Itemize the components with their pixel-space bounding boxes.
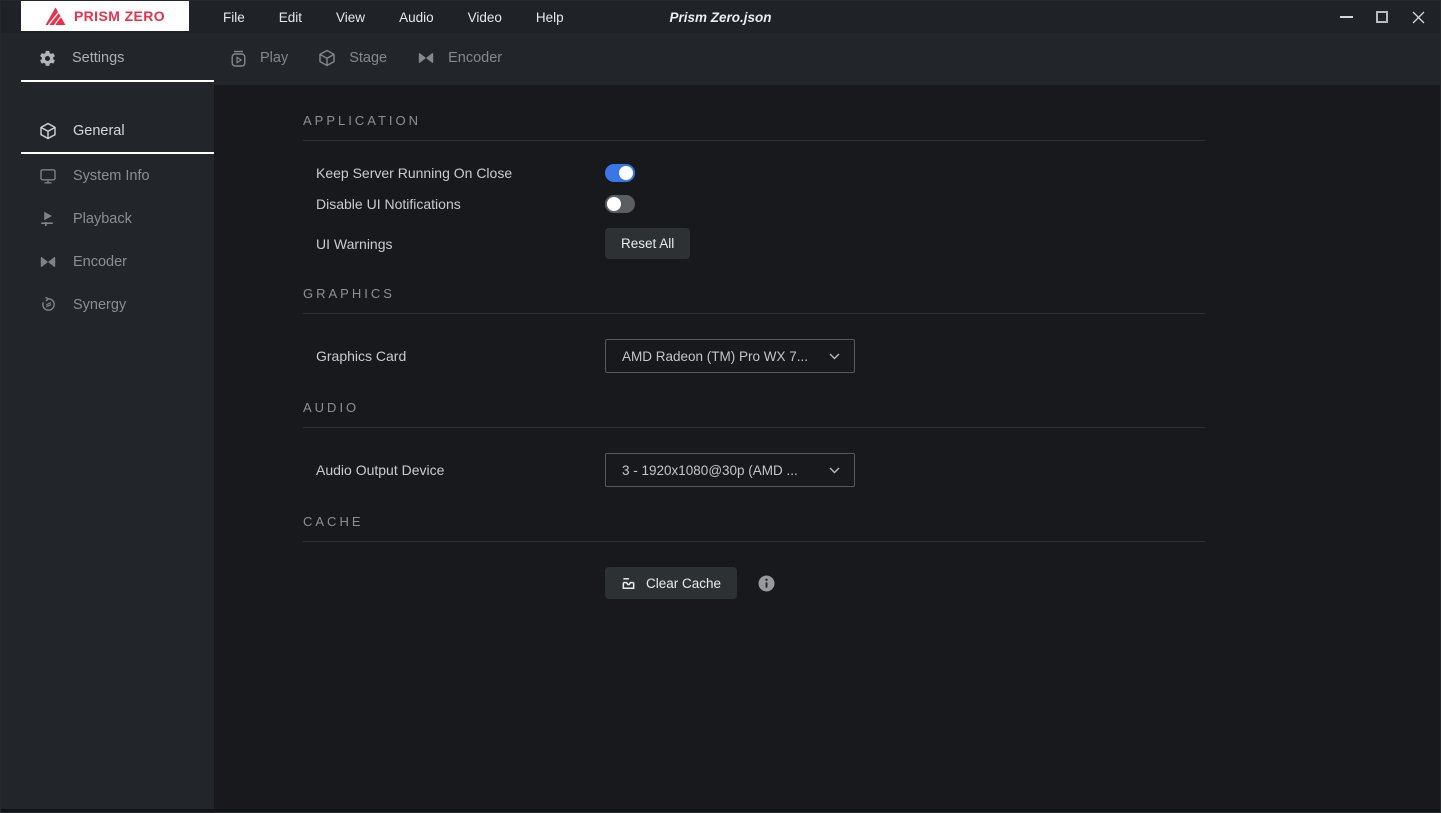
sidebar-item-label: System Info [73,167,150,184]
menu-help[interactable]: Help [519,1,581,33]
settings-content: APPLICATION Keep Server Running On Close… [214,85,1440,809]
section-title-application: APPLICATION [303,113,422,128]
tab-play-label: Play [260,50,289,66]
app-logo: PRISM ZERO [21,1,189,31]
minimize-icon [1339,16,1353,18]
tab-bar: Settings Play Stage Encoder [1,33,1440,85]
clear-cache-label: Clear Cache [646,575,722,591]
setting-label: Keep Server Running On Close [316,165,513,181]
monitor-icon [39,167,57,185]
info-icon [758,575,775,591]
menu-audio[interactable]: Audio [382,1,451,33]
play-icon [231,50,246,67]
app-window: File Edit View Audio Video Help Prism Ze… [0,0,1441,813]
prism-triangle-icon [45,7,66,25]
menu-view[interactable]: View [319,1,382,33]
clear-cache-icon [622,577,635,589]
menu-bar: File Edit View Audio Video Help Prism Ze… [1,1,1440,33]
sidebar-item-playback[interactable]: Playback [1,197,214,240]
dropdown-value: AMD Radeon (TM) Pro WX 7... [622,348,809,364]
keep-server-running-toggle[interactable] [605,164,635,182]
dropdown-value: 3 - 1920x1080@30p (AMD ... [622,462,798,478]
section-divider [303,427,1205,428]
setting-label: UI Warnings [316,235,393,252]
sidebar-item-label: Synergy [73,296,127,313]
sidebar-item-synergy[interactable]: Synergy [1,283,214,326]
app-logo-text: PRISM ZERO [73,8,166,24]
toggle-knob [619,166,633,180]
menu-file[interactable]: File [206,1,262,33]
setting-row-clear-cache: Clear Cache [316,567,1440,599]
minimize-button[interactable] [1328,1,1364,33]
synergy-swirl-icon [39,296,57,313]
reset-all-button[interactable]: Reset All [605,228,691,259]
maximize-icon [1376,11,1388,23]
cube-icon [319,49,335,67]
setting-row-ui-warnings: UI Warnings Reset All [316,228,1440,259]
disable-ui-notifications-toggle[interactable] [605,195,635,213]
setting-label: Graphics Card [316,348,407,364]
playback-icon [39,210,57,228]
document-title: Prism Zero.json [669,9,772,25]
tab-settings[interactable]: Settings [39,33,124,83]
tab-settings-label: Settings [72,50,125,66]
sidebar-item-general[interactable]: General [1,109,214,152]
close-button[interactable] [1400,1,1436,33]
menu-video[interactable]: Video [451,1,519,33]
section-title-audio: AUDIO [303,400,360,415]
main-menu: File Edit View Audio Video Help [206,1,581,33]
tab-stage-label: Stage [349,50,388,66]
sidebar-item-encoder[interactable]: Encoder [1,240,214,283]
setting-row-audio-output-device: Audio Output Device 3 - 1920x1080@30p (A… [316,453,1440,487]
maximize-button[interactable] [1364,1,1400,33]
close-icon [1412,11,1424,23]
window-controls [1328,1,1436,33]
chevron-down-icon [829,353,840,359]
setting-label: Disable UI Notifications [316,196,461,212]
tab-stage[interactable]: Stage [318,49,387,67]
encoder-bowtie-icon [418,53,434,63]
sidebar-item-label: General [73,122,125,139]
section-divider [303,541,1205,542]
toggle-knob [607,197,621,211]
section-title-graphics: GRAPHICS [303,286,395,301]
gear-icon [40,50,55,66]
tab-encoder-label: Encoder [448,50,503,66]
clear-cache-button[interactable]: Clear Cache [605,567,738,599]
setting-row-keep-server-running: Keep Server Running On Close [316,164,1440,182]
cache-info-button[interactable] [758,575,775,592]
section-divider [303,313,1205,314]
section-title-cache: CACHE [303,514,364,529]
workspace-tabs: Play Stage Encoder [230,33,502,83]
setting-row-disable-ui-notifications: Disable UI Notifications [316,195,1440,213]
settings-active-underline [21,80,214,82]
sidebar-item-system-info[interactable]: System Info [1,154,214,197]
chevron-down-icon [829,467,840,473]
setting-row-graphics-card: Graphics Card AMD Radeon (TM) Pro WX 7..… [316,339,1440,373]
setting-label: Audio Output Device [316,462,445,478]
settings-sidebar: General System Info Playback Encoder Syn… [1,85,214,809]
menu-edit[interactable]: Edit [262,1,319,33]
graphics-card-dropdown[interactable]: AMD Radeon (TM) Pro WX 7... [605,339,855,373]
tab-play[interactable]: Play [230,50,288,67]
sidebar-item-label: Playback [73,210,132,227]
sidebar-item-label: Encoder [73,253,128,270]
window-bottom-edge [1,809,1440,812]
tab-encoder[interactable]: Encoder [417,49,502,67]
section-divider [303,140,1205,141]
audio-output-device-dropdown[interactable]: 3 - 1920x1080@30p (AMD ... [605,453,855,487]
encoder-bowtie-icon [39,253,57,271]
cube-icon [39,122,57,140]
